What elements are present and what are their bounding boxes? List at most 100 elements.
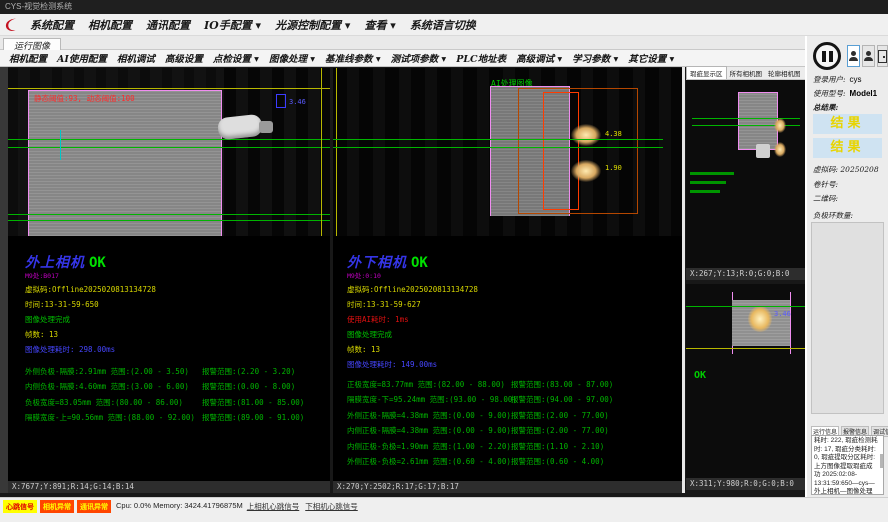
- qr-code-label: 二维码:: [813, 193, 838, 204]
- result-ok-label: OK: [694, 370, 706, 381]
- app-logo-icon: [3, 17, 19, 33]
- status-bar: 心跳信号 相机异常 通讯异常 Cpu: 0.0% Memory: 3424.41…: [0, 497, 888, 522]
- measurement-text: 内侧负极-隔膜:4.60mm 范围:(3.00 - 6.00): [25, 382, 189, 391]
- camera-title: 外下相机: [347, 252, 407, 272]
- threshold-overlay-text: 静态阈值:93, 动态阈值:100: [34, 93, 135, 104]
- tool-baseline-params[interactable]: 基准线参数 ▾: [320, 51, 386, 65]
- lower-camera-heartbeat-link[interactable]: 下相机心跳信号: [305, 501, 358, 512]
- tiny-measurement-line: [690, 190, 720, 193]
- weld-highlight: [748, 306, 772, 332]
- camera-panel-lower-outer: AI处理图像 4.38 1.90 外下相机OK M9处:0:10 虚拟码:Off…: [333, 68, 682, 493]
- tab-defect-display[interactable]: 瑕疵显示区: [686, 66, 727, 79]
- control-panel: 登录用户:cys 使用型号:Model1 总结果: 结果 结果 虚拟码: 202…: [807, 36, 888, 497]
- camera-title: 外上相机: [25, 252, 85, 272]
- model-label: 使用型号:: [813, 89, 846, 98]
- login-user-label: 登录用户:: [813, 75, 846, 84]
- barcode-line: 虚拟码:Offline2025020813134728: [25, 284, 330, 295]
- tool-camera-debug[interactable]: 相机调试: [112, 51, 160, 65]
- tab-contour-camera[interactable]: 轮廓相机图: [765, 67, 804, 79]
- alarm-range-text: 报警范围:(2.00 - 77.00): [511, 425, 609, 436]
- camera-image-lower-outer[interactable]: AI处理图像 4.38 1.90: [333, 68, 682, 236]
- measurement-text: 内侧正极-负极=1.90mm 范围:(1.00 - 2.20): [347, 442, 511, 451]
- measurement-text: 外侧正极-负极=2.61mm 范围:(0.60 - 4.00): [347, 457, 511, 466]
- defect-image-1[interactable]: [686, 80, 806, 268]
- model-value: Model1: [850, 89, 878, 98]
- tool-other-settings[interactable]: 其它设置 ▾: [623, 51, 679, 65]
- measurement-text: 负极宽度=83.05mm 范围:(80.00 - 86.00): [25, 398, 183, 407]
- measurement-text: 隔膜宽度-下=95.24mm 范围:(93.00 - 98.00): [347, 395, 517, 404]
- menu-view[interactable]: 查看 ▾: [357, 17, 402, 33]
- measurement-row: 外侧正极-隔膜=4.38mm 范围:(0.00 - 9.00) 报警范围:(2.…: [347, 410, 682, 419]
- measurement-row: 隔膜宽度-下=95.24mm 范围:(93.00 - 98.00) 报警范围:(…: [347, 394, 682, 403]
- measurement-row: 外侧正极-负极=2.61mm 范围:(0.60 - 4.00) 报警范围:(0.…: [347, 456, 682, 465]
- panel-divider: [682, 67, 685, 493]
- tool-plc-address[interactable]: PLC地址表: [451, 51, 511, 65]
- alarm-range-text: 报警范围:(94.00 - 97.00): [511, 394, 613, 405]
- elapsed-line: 图像处理耗时: 149.00ms: [347, 359, 682, 370]
- time-line: 时间:13-31-59-627: [347, 299, 682, 310]
- heartbeat-status-badge: 心跳信号: [3, 500, 37, 513]
- roi-marker-value: 3.46: [774, 310, 791, 318]
- pause-icon: [822, 51, 833, 62]
- menu-system-config[interactable]: 系统配置: [23, 17, 81, 33]
- admin-user-button[interactable]: [862, 45, 875, 67]
- barcode-line: 虚拟码:Offline2025020813134728: [347, 284, 682, 295]
- measure-line: [790, 292, 791, 354]
- operator-login-button[interactable]: [847, 45, 860, 67]
- roi-marker: [276, 94, 286, 108]
- tool-spot-check[interactable]: 点检设置 ▾: [208, 51, 264, 65]
- camera-image-upper-outer[interactable]: 3.46 静态阈值:93, 动态阈值:100: [8, 68, 330, 236]
- time-line: 时间:13-31-59-650: [25, 299, 330, 310]
- tool-advanced-debug[interactable]: 高级调试 ▾: [511, 51, 567, 65]
- defect-view-2: 3.46 OK X:311;Y:980;R:0;G:0;B:0: [686, 284, 806, 490]
- tool-image-processing[interactable]: 图像处理 ▾: [264, 51, 320, 65]
- roi-marker-value: 3.46: [289, 98, 306, 106]
- menu-light-control[interactable]: 光源控制配置 ▾: [268, 17, 357, 33]
- menu-language-switch[interactable]: 系统语言切换: [403, 17, 483, 33]
- ai-elapsed-line: 使用AI耗时: 1ms: [347, 314, 682, 325]
- log-output[interactable]: 耗时: 222, 瑕疵检测耗时: 17, 瑕疵分类耗时: 0, 瑕疵提取分区耗时…: [811, 435, 884, 495]
- tab-all-cameras[interactable]: 所有相机图: [727, 67, 766, 79]
- measurement-text: 正极宽度=83.77mm 范围:(82.00 - 88.00): [347, 380, 505, 389]
- camera-status-badge: 相机异常: [40, 500, 74, 513]
- pause-button[interactable]: [813, 42, 841, 70]
- process-done-line: 图像处理完成: [25, 314, 330, 325]
- tool-learning-params[interactable]: 学习参数 ▾: [567, 51, 623, 65]
- total-result-label: 总结果:: [813, 102, 838, 113]
- log-text: 耗时: 222, 瑕疵检测耗时: 17, 瑕疵分类耗时: 0, 瑕疵提取分区耗时…: [814, 437, 878, 495]
- menu-camera-config[interactable]: 相机配置: [81, 17, 139, 33]
- login-user-row: 登录用户:cys: [813, 74, 862, 85]
- tool-ai-usage-config[interactable]: AI使用配置: [52, 51, 112, 65]
- overlay-line: [686, 348, 806, 349]
- tab-strip: 运行图像: [0, 36, 806, 50]
- upper-camera-heartbeat-link[interactable]: 上相机心跳信号: [247, 501, 300, 512]
- tool-test-item-params[interactable]: 测试项参数 ▾: [386, 51, 452, 65]
- measure-line: [8, 139, 330, 140]
- defect-image-2[interactable]: 3.46 OK: [686, 284, 806, 478]
- measurement-text: 外侧正极-隔膜=4.38mm 范围:(0.00 - 9.00): [347, 411, 511, 420]
- menu-comm-config[interactable]: 通讯配置: [139, 17, 197, 33]
- alarm-range-text: 报警范围:(89.00 - 91.00): [202, 412, 304, 423]
- result-text-upper-outer: 外上相机OK M9处:B017 虚拟码:Offline2025020813134…: [8, 236, 330, 481]
- gripper-tip: [259, 121, 273, 133]
- weld-highlight: [774, 118, 786, 133]
- measure-line: [60, 130, 61, 160]
- pixel-coord-readout: X:311;Y:980;R:0;G:0;B:0: [686, 478, 806, 490]
- pixel-coord-readout: X:7677;Y:891;R:14;G:14;B:14: [8, 481, 330, 493]
- menu-io-config[interactable]: IO手配置 ▾: [197, 17, 268, 33]
- measure-line: [8, 147, 330, 148]
- measure-callout: 1.90: [605, 164, 622, 172]
- user-icon: [851, 51, 856, 56]
- log-scrollbar[interactable]: [880, 454, 883, 468]
- tool-advanced-settings[interactable]: 高级设置: [160, 51, 208, 65]
- measurement-text: 外侧负极-隔膜:2.91mm 范围:(2.00 - 3.50): [25, 367, 189, 376]
- anode-ring-count-label: 负极环数量:: [813, 210, 853, 221]
- measure-callout: 4.38: [605, 130, 622, 138]
- toolbar: 相机配置 AI使用配置 相机调试 高级设置 点检设置 ▾ 图像处理 ▾ 基准线参…: [0, 50, 806, 67]
- measure-line: [8, 214, 330, 215]
- tool-camera-config[interactable]: 相机配置: [4, 51, 52, 65]
- overlay-line: [321, 68, 322, 236]
- exit-button[interactable]: [877, 45, 888, 67]
- result-text-lower-outer: 外下相机OK M9处:0:10 虚拟码:Offline2025020813134…: [333, 236, 682, 481]
- weld-highlight: [774, 142, 786, 157]
